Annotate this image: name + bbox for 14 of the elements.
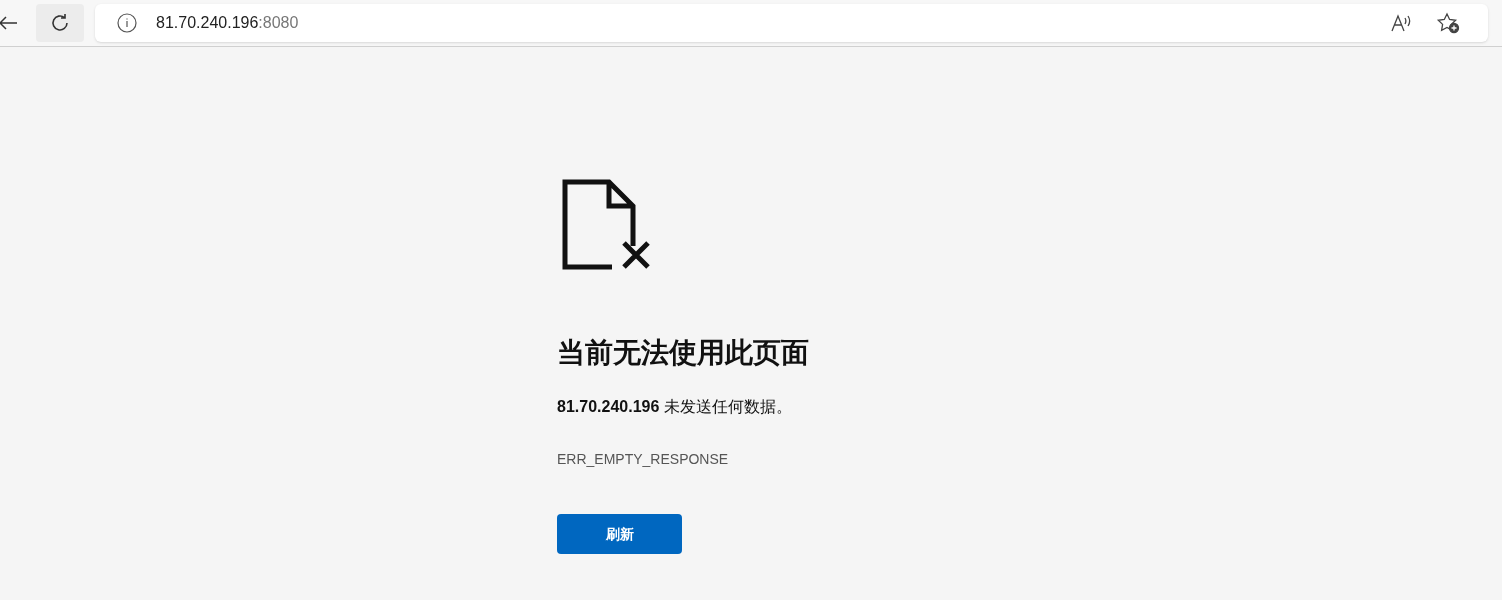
info-icon[interactable]	[117, 13, 137, 33]
error-title: 当前无法使用此页面	[557, 336, 809, 370]
url-host: 81.70.240.196	[156, 13, 259, 33]
read-aloud-icon[interactable]	[1390, 13, 1412, 33]
address-bar[interactable]: 81.70.240.196:8080	[95, 4, 1488, 42]
error-code: ERR_EMPTY_RESPONSE	[557, 450, 729, 469]
url-port: :8080	[258, 13, 299, 33]
broken-file-icon	[562, 179, 652, 271]
refresh-button[interactable]: 刷新	[557, 514, 682, 554]
reload-icon	[49, 12, 71, 34]
error-message: 81.70.240.196 未发送任何数据。	[557, 397, 792, 417]
back-arrow-icon[interactable]	[0, 15, 18, 31]
reload-button[interactable]	[36, 4, 84, 42]
favorite-add-icon[interactable]	[1436, 12, 1460, 34]
